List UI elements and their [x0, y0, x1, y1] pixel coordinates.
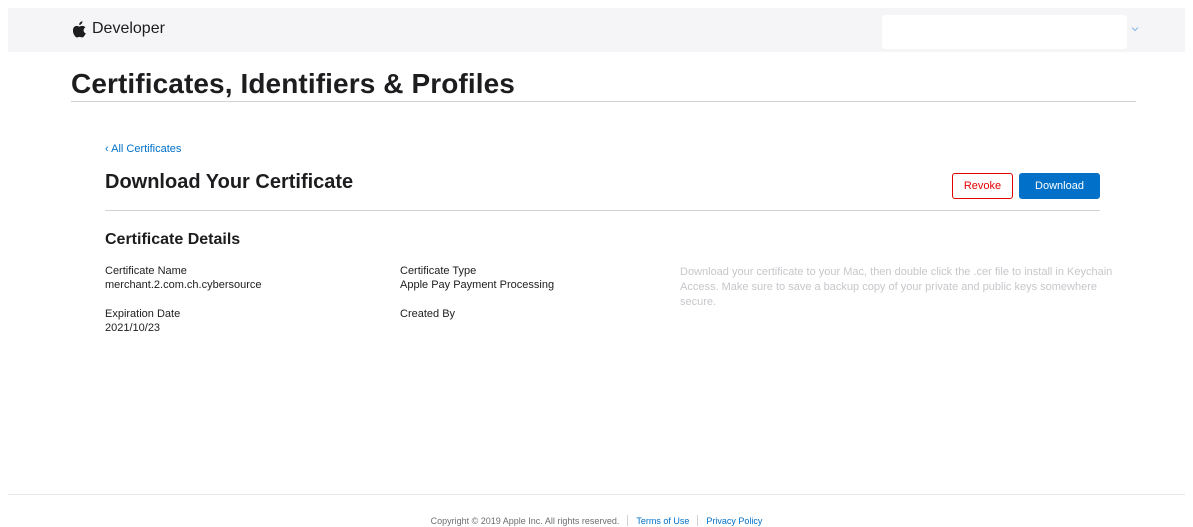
certificate-name-value: merchant.2.com.ch.cybersource	[105, 279, 262, 291]
section-title: Download Your Certificate	[105, 171, 354, 193]
certificate-details-heading: Certificate Details	[105, 231, 241, 248]
account-menu[interactable]	[882, 15, 1127, 49]
footer-separator	[627, 515, 629, 526]
chevron-down-icon[interactable]	[1131, 20, 1139, 32]
section-divider	[105, 210, 1100, 211]
copyright-text: Copyright © 2019 Apple Inc. All rights r…	[430, 515, 620, 526]
certificate-type-field: Certificate Type Apple Pay Payment Proce…	[400, 264, 554, 292]
footer: Copyright © 2019 Apple Inc. All rights r…	[0, 515, 1193, 526]
created-by-label: Created By	[400, 308, 456, 320]
footer-separator	[697, 515, 699, 526]
download-button[interactable]: Download	[1019, 173, 1100, 199]
certificate-type-label: Certificate Type	[400, 265, 477, 277]
title-divider	[71, 101, 1136, 102]
certificate-type-value: Apple Pay Payment Processing	[400, 279, 555, 291]
apple-logo-icon	[73, 20, 87, 38]
expiration-date-value: 2021/10/23	[105, 322, 161, 334]
privacy-policy-link[interactable]: Privacy Policy	[706, 516, 762, 526]
expiration-date-field: Expiration Date 2021/10/23	[105, 307, 180, 335]
all-certificates-link[interactable]: ‹ All Certificates	[105, 143, 181, 155]
terms-of-use-link[interactable]: Terms of Use	[636, 516, 689, 526]
page-title: Certificates, Identifiers & Profiles	[71, 68, 515, 99]
revoke-button[interactable]: Revoke	[952, 173, 1013, 199]
expiration-date-label: Expiration Date	[105, 308, 181, 320]
download-instructions: Download your certificate to your Mac, t…	[680, 266, 1113, 308]
top-nav-bar: Developer	[8, 8, 1185, 52]
brand-label: Developer	[92, 20, 165, 37]
footer-divider	[8, 494, 1185, 495]
certificate-name-field: Certificate Name merchant.2.com.ch.cyber…	[105, 264, 262, 292]
certificate-name-label: Certificate Name	[105, 265, 187, 277]
developer-brand-link[interactable]: Developer	[73, 20, 165, 38]
created-by-field: Created By	[400, 307, 455, 321]
